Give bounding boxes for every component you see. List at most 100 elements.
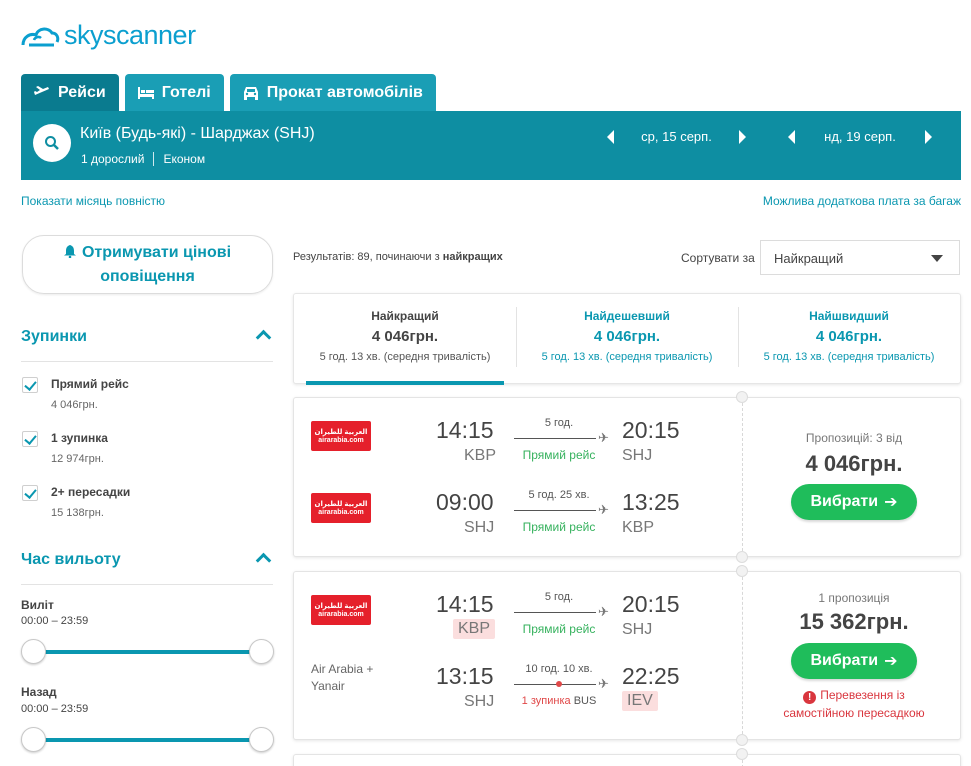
airline-logo-arabic: العربية للطيران — [314, 501, 368, 508]
sort-label: Сортувати за — [681, 251, 755, 265]
skyscanner-logo[interactable]: skyscanner — [20, 20, 196, 51]
checkbox[interactable] — [22, 431, 38, 447]
brand-name: skyscanner — [64, 20, 196, 50]
flight-duration: 5 год. — [544, 591, 574, 603]
return-date[interactable]: нд, 19 серп. — [795, 129, 925, 144]
search-summary-bar[interactable]: Київ (Будь-які) - Шарджах (SHJ) 1 доросл… — [21, 111, 961, 180]
flight-line — [514, 510, 596, 511]
flight-result-card[interactable]: العربية للطيران airarabia.com 14:15 KBP 5… — [293, 391, 961, 563]
stops-info: Прямий рейс — [522, 448, 596, 462]
return-slider-range: 00:00 – 23:59 — [21, 703, 89, 715]
airline-logo-text: airarabia.com — [318, 509, 364, 516]
next-depart-date-arrow-icon[interactable] — [739, 129, 746, 144]
alerts-line-2: оповіщення — [100, 268, 195, 285]
sort-tab-duration: 5 год. 13 хв. (середня тривалість) — [763, 351, 935, 363]
arrival-time: 20:15 — [622, 417, 680, 443]
passenger-info[interactable]: 1 дорослий Економ — [81, 152, 205, 166]
return-slider-min-handle[interactable] — [21, 727, 46, 752]
airline-name-2: Yanair — [311, 679, 345, 693]
price-alerts-button[interactable]: Отримувати цінові оповіщення — [22, 235, 273, 294]
departure-time-filter-title: Час вильоту — [21, 551, 121, 568]
tab-label: Готелі — [161, 83, 211, 101]
car-icon — [243, 86, 258, 100]
outbound-slider-label: Виліт — [21, 598, 54, 612]
checkbox[interactable] — [22, 377, 38, 393]
outbound-slider-track[interactable] — [34, 650, 262, 654]
departure-airport: SHJ — [464, 693, 495, 710]
sort-tab-cheapest[interactable]: Найдешевший 4 046грн. 5 год. 13 хв. (сер… — [516, 294, 738, 385]
sort-tab-best[interactable]: Найкращий 4 046грн. 5 год. 13 хв. (серед… — [294, 294, 516, 385]
warning-icon: ! — [803, 691, 817, 704]
arrival-airport: SHJ — [622, 447, 653, 464]
checkbox[interactable] — [22, 485, 38, 501]
flight-line — [514, 438, 596, 439]
stop-dot — [556, 681, 562, 687]
airline-logo: العربية للطيران airarabia.com — [311, 595, 371, 625]
depart-date[interactable]: ср, 15 серп. — [614, 129, 739, 144]
flight-line — [514, 612, 596, 613]
plane-icon: ✈ — [598, 604, 609, 619]
airline-logo-text: airarabia.com — [318, 611, 364, 618]
active-tab-indicator — [306, 381, 504, 385]
next-return-date-arrow-icon[interactable] — [925, 129, 932, 144]
select-button[interactable]: Вибрати ➔ — [791, 484, 917, 520]
sort-select[interactable]: Найкращий — [760, 240, 960, 275]
sort-tab-duration: 5 год. 13 хв. (середня тривалість) — [319, 351, 491, 363]
cabin-class-text: Економ — [163, 152, 206, 166]
stops-count: 1 зупинка — [521, 695, 571, 707]
ticket-notch — [736, 734, 748, 746]
sort-tabs: Найкращий 4 046грн. 5 год. 13 хв. (серед… — [293, 293, 961, 385]
depart-date-control: ср, 15 серп. — [607, 129, 746, 144]
bus-label: BUS — [573, 695, 597, 707]
search-icon — [45, 136, 59, 150]
stops-option-price: 15 138грн. — [51, 507, 104, 519]
return-slider-label: Назад — [21, 685, 57, 699]
plane-icon: ✈ — [598, 430, 609, 445]
departure-airport-highlighted: KBP — [453, 619, 496, 639]
prev-depart-date-arrow-icon[interactable] — [607, 129, 614, 144]
stops-filter-header[interactable]: Зупинки — [21, 328, 273, 362]
outbound-slider-min-handle[interactable] — [21, 639, 46, 664]
airline-logo-arabic: العربية للطيران — [314, 603, 368, 610]
self-transfer-warning[interactable]: ! Перевезення із самостійною пересадкою — [746, 686, 962, 722]
route-text[interactable]: Київ (Будь-які) - Шарджах (SHJ) — [80, 125, 315, 143]
chevron-up-icon[interactable] — [255, 329, 272, 346]
search-button[interactable] — [33, 124, 71, 162]
cloud-sun-icon — [21, 27, 60, 46]
divider — [153, 152, 155, 166]
departure-airport: SHJ — [464, 519, 495, 536]
warning-line-1: Перевезення із — [820, 688, 905, 702]
return-slider-track[interactable] — [34, 738, 262, 742]
tab-hotels[interactable]: Готелі — [124, 74, 224, 111]
sort-selected-value: Найкращий — [774, 251, 844, 266]
baggage-fees-link[interactable]: Можлива додаткова плата за багаж — [763, 194, 961, 208]
sort-tab-fastest[interactable]: Найшвидший 4 046грн. 5 год. 13 хв. (сере… — [738, 294, 960, 385]
show-whole-month-link[interactable]: Показати місяць повністю — [21, 194, 165, 208]
plane-icon: ✈ — [598, 502, 609, 517]
flight-duration: 5 год. 25 хв. — [528, 489, 590, 501]
price: 15 362грн. — [799, 609, 909, 634]
outbound-slider-range: 00:00 – 23:59 — [21, 615, 89, 627]
stops-info: Прямий рейс — [522, 622, 596, 636]
return-slider-max-handle[interactable] — [249, 727, 274, 752]
departure-airport: KBP — [464, 447, 497, 464]
outbound-slider-max-handle[interactable] — [249, 639, 274, 664]
sort-tab-title: Найдешевший — [584, 309, 670, 323]
sort-tab-title: Найшвидший — [809, 309, 889, 323]
flight-result-card[interactable]: العربية للطيران airarabia.com 14:15 KBP 5… — [293, 565, 962, 746]
departure-time-filter-header[interactable]: Час вильоту — [21, 551, 273, 585]
plane-icon — [34, 85, 49, 95]
sort-tab-title: Найкращий — [371, 309, 439, 323]
offers-count: Пропозицій: 3 від — [805, 431, 903, 445]
flight-line — [514, 684, 596, 685]
stops-info: 1 зупинка BUS — [494, 695, 624, 707]
chevron-up-icon[interactable] — [255, 552, 272, 569]
prev-return-date-arrow-icon[interactable] — [788, 129, 795, 144]
flight-result-card-partial[interactable] — [293, 748, 961, 766]
select-button[interactable]: Вибрати ➔ — [791, 643, 917, 679]
tab-car-hire[interactable]: Прокат автомобілів — [229, 74, 436, 111]
tab-flights[interactable]: Рейси — [21, 74, 119, 111]
departure-time: 09:00 — [436, 489, 494, 515]
select-button-label: Вибрати — [810, 493, 879, 510]
arrival-airport: KBP — [622, 519, 655, 536]
